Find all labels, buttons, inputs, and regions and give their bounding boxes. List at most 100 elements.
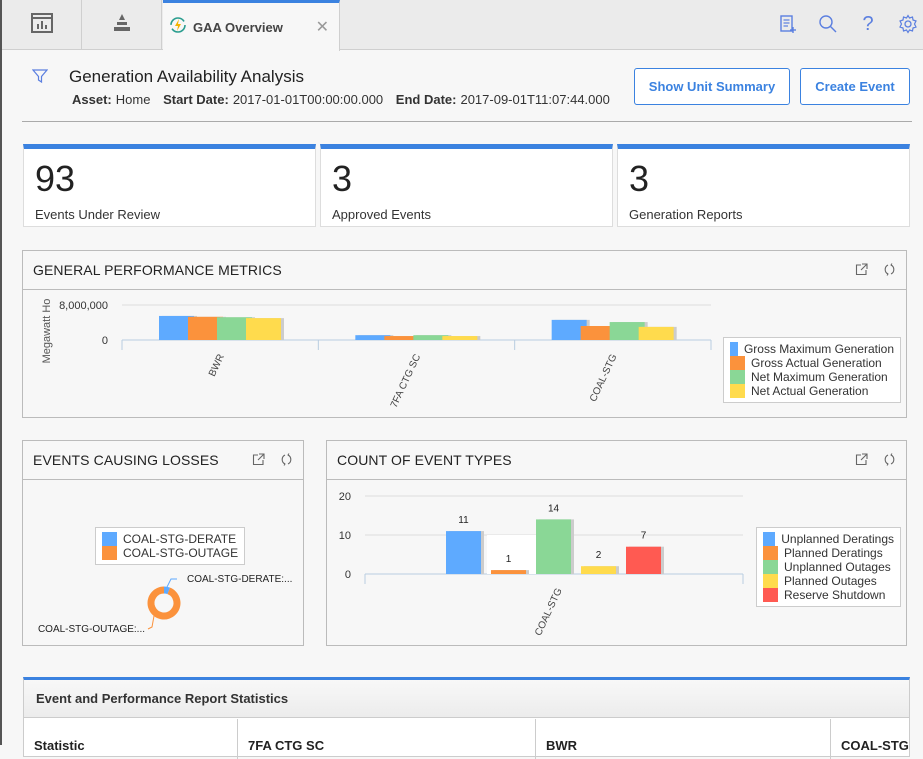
open-external-icon[interactable] [854, 451, 868, 467]
bar [581, 566, 616, 574]
show-unit-summary-button[interactable]: Show Unit Summary [634, 68, 790, 105]
slice-label-line [166, 578, 177, 588]
donut-slice [163, 586, 171, 595]
kpi-value: 93 [35, 158, 76, 199]
start-date-value: 2017-01-01T00:00:00.000 [232, 92, 384, 107]
bar [626, 546, 661, 574]
settings-gear-icon[interactable] [897, 12, 919, 36]
panel-title: COUNT OF EVENT TYPES [337, 452, 512, 468]
data-label: 7 [641, 531, 647, 542]
legend-swatch [730, 384, 745, 398]
legend-swatch [763, 574, 778, 588]
start-date-label: Start Date: [163, 92, 229, 107]
legend-label: Net Actual Generation [751, 384, 869, 398]
legend-swatch [730, 370, 745, 384]
new-record-icon[interactable] [777, 12, 799, 36]
panel-tools [251, 451, 293, 467]
close-icon[interactable]: ✕ [316, 17, 329, 37]
legend-item[interactable]: Reserve Shutdown [763, 588, 894, 602]
legend-item[interactable]: Gross Maximum Generation [730, 342, 894, 356]
slice-label-line [147, 615, 155, 630]
panel-header: COUNT OF EVENT TYPES [327, 441, 906, 480]
column-header-statistic[interactable]: Statistic [24, 719, 238, 759]
bar [638, 326, 674, 340]
top-actions: ? [777, 12, 919, 36]
legend-label: Reserve Shutdown [784, 588, 886, 602]
legend-swatch [763, 588, 778, 602]
kpi-label: Events Under Review [35, 207, 160, 222]
legend-label: Unplanned Deratings [781, 532, 894, 546]
bar [246, 318, 281, 340]
app-frame: GAA Overview ✕ ? Generation Availability… [0, 0, 923, 759]
filter-icon[interactable] [31, 68, 49, 89]
event-types-legend: Unplanned Deratings Planned Deratings Unpl… [756, 527, 901, 607]
legend-label: Planned Outages [784, 574, 877, 588]
kpi-value: 3 [629, 158, 650, 199]
legend-item[interactable]: Gross Actual Generation [730, 356, 894, 370]
y-axis-label: Megawatt Ho [41, 299, 53, 364]
column-header-coal-stg[interactable]: COAL-STG [831, 719, 911, 759]
kpi-generation-reports[interactable]: 3 Generation Reports [617, 144, 910, 227]
open-external-icon[interactable] [854, 261, 868, 277]
page-title: Generation Availability Analysis [69, 67, 304, 86]
bar-chart-window-icon [30, 12, 53, 38]
pyramid-icon [111, 13, 133, 38]
legend-item[interactable]: Net Actual Generation [730, 384, 894, 398]
end-date-value: 2017-09-01T11:07:44.000 [460, 92, 610, 107]
create-event-button[interactable]: Create Event [800, 68, 910, 105]
kpi-approved-events[interactable]: 3 Approved Events [320, 144, 613, 227]
column-header-bwr[interactable]: BWR [536, 719, 831, 759]
slice-label: COAL-STG-OUTAGE:... [38, 624, 145, 635]
refresh-icon[interactable] [882, 451, 896, 467]
legend-label: Gross Actual Generation [751, 356, 882, 370]
tab-bar: GAA Overview ✕ ? [2, 0, 923, 51]
x-tick-label: COAL-STG [533, 586, 565, 637]
y-tick-label: 0 [102, 335, 108, 347]
x-tick-label: COAL-STG [588, 352, 620, 403]
legend-swatch [763, 546, 778, 560]
legend-swatch [730, 342, 738, 356]
y-tick-label: 8,000,000 [59, 300, 108, 312]
page-header: Generation Availability Analysis Asset: H… [22, 60, 912, 122]
bar [446, 531, 481, 574]
tab-hierarchy[interactable] [82, 0, 162, 50]
data-label: 14 [548, 503, 560, 514]
data-label: 1 [506, 554, 512, 565]
legend-item[interactable]: Planned Deratings [763, 546, 894, 560]
legend-item[interactable]: Planned Outages [763, 574, 894, 588]
panel-tools [854, 261, 896, 277]
legend-label: Gross Maximum Generation [743, 342, 894, 356]
y-tick-label: 0 [345, 569, 351, 581]
open-external-icon[interactable] [251, 451, 265, 467]
kpi-events-under-review[interactable]: 93 Events Under Review [23, 144, 316, 227]
y-tick-label: 20 [339, 491, 351, 503]
end-date-label: End Date: [395, 92, 457, 107]
legend-item[interactable]: Net Maximum Generation [730, 370, 894, 384]
panel-header: GENERAL PERFORMANCE METRICS [23, 251, 906, 290]
stats-title: Event and Performance Report Statistics [36, 691, 289, 706]
stats-column-headers: Statistic 7FA CTG SC BWR COAL-STG [24, 719, 909, 759]
bar [536, 519, 571, 574]
refresh-icon[interactable] [279, 451, 293, 467]
panel-general-performance: GENERAL PERFORMANCE METRICS 0 8,000,000 Me… [22, 250, 907, 418]
legend-item[interactable]: Unplanned Outages [763, 560, 894, 574]
column-header-7fa-ctg-sc[interactable]: 7FA CTG SC [238, 719, 536, 759]
legend-item[interactable]: Unplanned Deratings [763, 532, 894, 546]
slice-label: COAL-STG-DERATE:... [187, 574, 292, 585]
asset-label: Asset: [72, 92, 112, 107]
losses-donut-chart: COAL-STG-DERATE:... COAL-STG-OUTAGE:... [38, 574, 292, 635]
header-meta: Asset: Home Start Date: 2017-01-01T00:00:0… [72, 92, 619, 107]
kpi-label: Approved Events [332, 207, 432, 222]
search-icon[interactable] [817, 12, 839, 36]
stats-table: Event and Performance Report Statistics … [23, 677, 910, 759]
tab-gaa-overview[interactable]: GAA Overview ✕ [163, 0, 340, 51]
legend-swatch [730, 356, 745, 370]
data-label: 2 [596, 550, 602, 561]
tab-dashboard[interactable] [2, 0, 82, 50]
kpi-label: Generation Reports [629, 207, 743, 222]
help-icon[interactable]: ? [857, 12, 879, 36]
legend-label: Planned Deratings [784, 546, 883, 560]
refresh-icon[interactable] [882, 261, 896, 277]
bar [491, 570, 526, 574]
tab-label: GAA Overview [193, 19, 283, 35]
